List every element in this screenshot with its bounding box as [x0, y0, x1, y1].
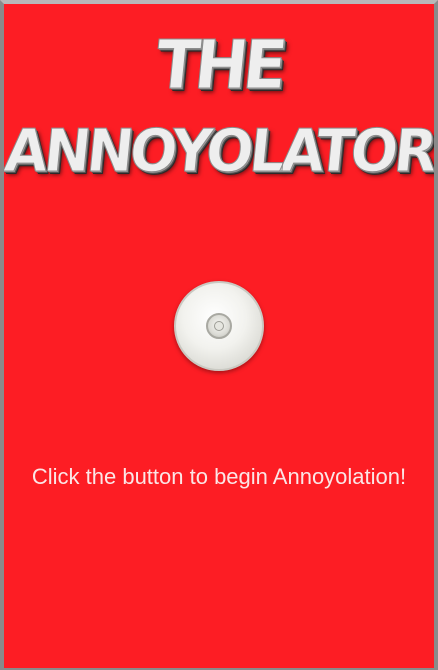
instruction-text: Click the button to begin Annoyolation! [31, 464, 407, 489]
annoy-button[interactable] [174, 281, 264, 371]
app-screen: The Annoyolator Click the button to begi… [0, 0, 438, 670]
title-line-annoyolator: Annoyolator [1, 117, 437, 186]
title-line-the: The [152, 27, 287, 106]
app-title: The Annoyolator [1, 27, 437, 186]
annoy-button-wrapper [174, 281, 264, 371]
round-push-button-icon [206, 313, 232, 339]
button-center-dot [214, 321, 224, 331]
